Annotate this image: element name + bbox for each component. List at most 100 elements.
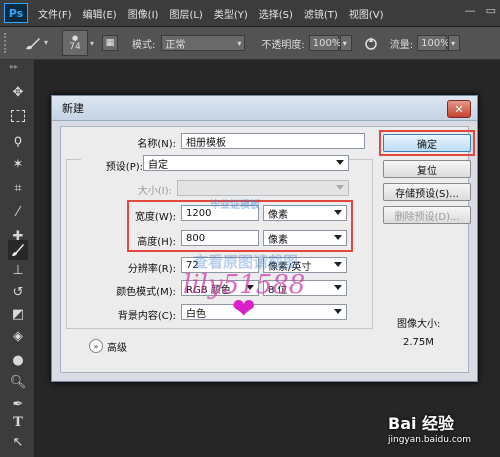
width-value: 1200 — [186, 207, 212, 219]
height-label: 高度(H): — [137, 237, 176, 248]
options-bar: ▾ ● 74 ▾ ▦ 模式: 正常 ▾ 不透明度: 100% ▾ 流量: 100… — [0, 27, 500, 60]
chevron-down-icon: ▾ — [237, 38, 242, 48]
baidu-url: jingyan.baidu.com — [388, 435, 472, 445]
baidu-jingyan-watermark: Bai 经验 jingyan.baidu.com — [388, 410, 471, 445]
minimize-icon[interactable]: — — [465, 4, 476, 17]
opacity-dropdown[interactable]: ▾ — [339, 35, 352, 51]
close-icon: ✕ — [454, 102, 464, 116]
resolution-label: 分辨率(R): — [127, 264, 176, 275]
menu-edit[interactable]: 编辑(E) — [83, 6, 117, 21]
height-value: 800 — [186, 232, 206, 244]
menu-image[interactable]: 图像(I) — [128, 6, 159, 21]
tool-preset-arrow-icon[interactable]: ▾ — [44, 38, 52, 48]
marquee-tool-icon[interactable] — [8, 106, 28, 126]
collapse-icon[interactable]: ▸▸ — [10, 62, 18, 71]
stamp-tool-icon[interactable]: ⊥ — [8, 260, 28, 280]
tools-panel: ▸▸ ✥ ϙ ✶ ⌗ ⁄ ✚ ⊥ ↺ ◩ ◈ ● 🔍︎ ✒ T ↖ — [0, 60, 35, 457]
flow-label: 流量: — [389, 39, 414, 51]
window-controls: — ▭ — [465, 4, 496, 17]
mode-select[interactable]: 正常 ▾ — [161, 35, 246, 51]
preset-select[interactable]: 自定 — [143, 155, 349, 171]
flow-value: 100% — [421, 37, 450, 49]
size-select[interactable] — [177, 180, 349, 196]
watermark-blue-text: 查看原图请截图 — [193, 253, 299, 271]
brush-size-value: 74 — [69, 42, 81, 52]
menu-bar: Ps 文件(F) 编辑(E) 图像(I) 图层(L) 类型(Y) 选择(S) 滤… — [0, 0, 500, 27]
background-select[interactable]: 白色 — [181, 304, 347, 320]
type-tool-icon[interactable]: T — [8, 412, 28, 432]
height-input[interactable]: 800 — [181, 230, 259, 246]
paint-bucket-icon[interactable]: ◈ — [8, 326, 28, 346]
brush-tool-icon[interactable] — [22, 32, 44, 54]
advanced-toggle-icon[interactable]: » — [89, 339, 103, 353]
brush-panel-icon[interactable]: ▦ — [102, 35, 119, 51]
dialog-titlebar: 新建 — [52, 96, 477, 121]
baidu-brand: Bai 经验 — [388, 414, 455, 433]
opacity-label: 不透明度: — [261, 39, 305, 51]
lasso-tool-icon[interactable]: ϙ — [8, 130, 28, 150]
magic-wand-icon[interactable]: ✶ — [8, 154, 28, 174]
menu-view[interactable]: 视图(V) — [349, 6, 384, 21]
name-field[interactable]: 相册模板 — [181, 133, 365, 149]
close-button[interactable]: ✕ — [447, 100, 471, 118]
chevron-down-icon — [334, 210, 342, 215]
mode-label: 模式: — [132, 39, 156, 51]
advanced-label[interactable]: 高级 — [107, 339, 127, 354]
maximize-icon[interactable]: ▭ — [486, 4, 496, 17]
brush-size-picker[interactable]: ● 74 — [62, 30, 88, 56]
delete-preset-button[interactable]: 删除预设(D)... — [383, 206, 471, 224]
watermark-logo: 毕业证模板 — [210, 200, 260, 211]
menu-filter[interactable]: 滤镜(T) — [304, 6, 338, 21]
blur-tool-icon[interactable]: ● — [8, 350, 28, 370]
chevron-down-icon — [334, 235, 342, 240]
width-label: 宽度(W): — [134, 212, 176, 223]
menu-file[interactable]: 文件(F) — [38, 6, 72, 21]
background-value: 白色 — [186, 308, 206, 320]
image-size-value: 2.75M — [403, 337, 434, 348]
name-value: 相册模板 — [186, 137, 226, 149]
pen-tool-icon[interactable]: ✒ — [8, 394, 28, 414]
chevron-down-icon — [334, 285, 342, 290]
chevron-down-icon — [334, 309, 342, 314]
history-brush-icon[interactable]: ↺ — [8, 282, 28, 302]
chevron-down-icon — [336, 160, 344, 165]
image-size-label: 图像大小: — [397, 319, 441, 330]
flow-dropdown[interactable]: ▾ — [448, 35, 461, 51]
dodge-tool-icon[interactable]: 🔍︎ — [8, 372, 28, 392]
heart-icon: ❤ — [232, 292, 256, 325]
main-menu: 文件(F) 编辑(E) 图像(I) 图层(L) 类型(Y) 选择(S) 滤镜(T… — [38, 6, 394, 21]
photoshop-logo: Ps — [4, 3, 28, 23]
ok-button[interactable]: 确定 — [383, 134, 471, 152]
dialog-title: 新建 — [62, 102, 84, 115]
dialog-body: 名称(N): 相册模板 预设(P): 自定 大小(I): 宽度(W): 1200… — [60, 126, 475, 373]
eraser-tool-icon[interactable]: ◩ — [8, 304, 28, 324]
opacity-value: 100% — [312, 37, 342, 49]
colormode-label: 颜色模式(M): — [116, 287, 176, 298]
eyedropper-icon[interactable]: ⁄ — [8, 202, 28, 222]
height-unit-select[interactable]: 像素 — [263, 230, 347, 246]
path-selection-icon[interactable]: ↖ — [8, 432, 28, 452]
size-label: 大小(I): — [137, 186, 172, 197]
move-tool-icon[interactable]: ✥ — [8, 82, 28, 102]
preset-value: 自定 — [148, 159, 168, 171]
chevron-down-icon — [334, 262, 342, 267]
menu-layer[interactable]: 图层(L) — [169, 6, 202, 21]
height-unit: 像素 — [268, 234, 288, 246]
preset-label: 预设(P): — [81, 158, 145, 173]
chevron-down-icon — [336, 185, 344, 190]
new-document-dialog: 新建 ✕ 名称(N): 相册模板 预设(P): 自定 大小(I): 宽度(W):… — [51, 95, 478, 382]
save-preset-button[interactable]: 存储预设(S)... — [383, 183, 471, 201]
mode-value: 正常 — [165, 39, 186, 51]
opacity-input[interactable]: 100% — [308, 35, 342, 51]
menu-select[interactable]: 选择(S) — [259, 6, 293, 21]
name-label: 名称(N): — [137, 139, 176, 150]
brush-size-arrow-icon[interactable]: ▾ — [90, 39, 94, 48]
crop-tool-icon[interactable]: ⌗ — [8, 178, 28, 198]
reset-button[interactable]: 复位 — [383, 160, 471, 178]
flow-input[interactable]: 100% — [417, 35, 450, 51]
grip-handle[interactable] — [4, 33, 16, 53]
pressure-opacity-icon[interactable] — [360, 32, 382, 54]
menu-type[interactable]: 类型(Y) — [214, 6, 248, 21]
brush-tool-icon[interactable] — [8, 240, 28, 260]
background-label: 背景内容(C): — [117, 311, 176, 322]
